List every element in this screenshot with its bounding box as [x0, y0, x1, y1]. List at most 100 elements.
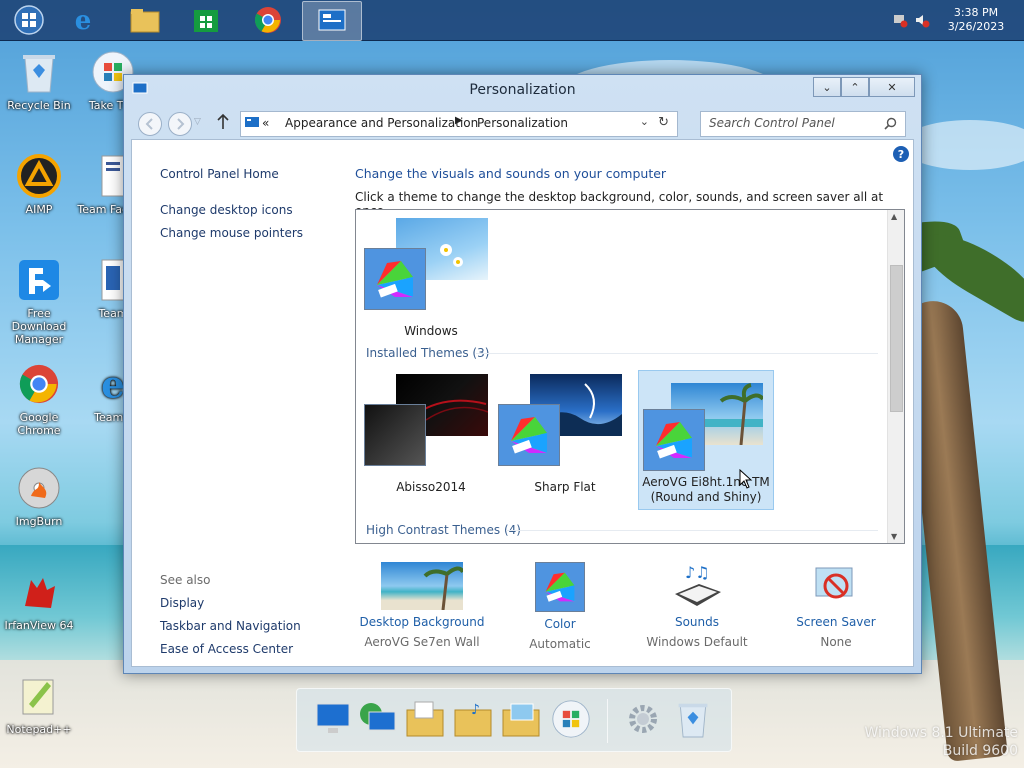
volume-muted-icon[interactable] [914, 12, 930, 28]
window-title: Personalization [469, 82, 576, 98]
group-divider [506, 530, 878, 531]
forward-arrow-icon [177, 118, 185, 130]
theme-item-aerovg[interactable]: AeroVG Ei8ht.1ne TM (Round and Shiny) [638, 370, 774, 510]
refresh-icon[interactable]: ↻ [658, 115, 669, 130]
address-bar[interactable]: « Appearance and Personalization ▶ Perso… [240, 111, 678, 137]
taskbar-clock[interactable]: 3:38 PM 3/26/2023 [936, 6, 1016, 34]
theme-color-swatch [364, 404, 426, 466]
watermark-build: Build 9600 [942, 743, 1018, 759]
control-panel-home-link[interactable]: Control Panel Home [160, 167, 279, 181]
page-title: Change the visuals and sounds on your co… [355, 166, 667, 181]
start-button[interactable] [0, 1, 58, 39]
change-desktop-icons-link[interactable]: Change desktop icons [160, 203, 293, 217]
taskbar-explorer-button[interactable] [116, 1, 174, 39]
theme-item-windows[interactable]: Windows [364, 218, 498, 356]
installed-themes-label: Installed Themes (3) [366, 346, 490, 360]
window-titlebar[interactable]: Personalization ⌄ ⌃ ✕ [124, 75, 921, 105]
address-overflow[interactable]: « [262, 116, 269, 130]
desktop-dock: ♪ [296, 688, 732, 752]
theme-item-sharp-flat[interactable]: Sharp Flat [498, 374, 632, 512]
desktop-icon-label: Google Chrome [17, 411, 61, 437]
computer-icon [316, 703, 350, 733]
scrollbar-thumb[interactable] [890, 265, 903, 412]
address-segment-appearance[interactable]: Appearance and Personalization [285, 116, 478, 130]
up-button[interactable] [216, 113, 230, 134]
recycle-bin-icon [678, 703, 708, 738]
forward-button[interactable] [168, 112, 192, 136]
recent-locations-icon[interactable]: ▽ [194, 117, 201, 127]
help-icon[interactable]: ? [892, 145, 910, 163]
color-value: Automatic [529, 637, 591, 651]
taskbar-store-button[interactable] [177, 1, 235, 39]
maximize-button[interactable]: ⌃ [841, 77, 869, 97]
taskbar-ie-button[interactable]: e [54, 1, 112, 39]
back-arrow-icon [145, 118, 153, 130]
desktop-background-link[interactable]: Desktop Background [352, 615, 492, 629]
address-segment-personalization[interactable]: Personalization [477, 116, 568, 130]
desktop-icon-label: Recycle Bin [7, 99, 71, 112]
themes-list[interactable]: Windows Installed Themes (3) Abisso2014 [355, 209, 905, 544]
download-manager-icon [15, 256, 63, 304]
scroll-up-icon[interactable]: ▲ [891, 212, 897, 221]
search-input[interactable]: Search Control Panel [709, 116, 835, 130]
desktop-background-value: AeroVG Se7en Wall [364, 635, 480, 649]
svg-text:e: e [101, 364, 125, 404]
mouse-cursor-icon [739, 469, 753, 489]
group-divider [476, 353, 878, 354]
themes-scrollbar[interactable]: ▲ ▼ [887, 210, 904, 543]
scroll-down-icon[interactable]: ▼ [891, 532, 897, 541]
notepad-plus-icon [15, 672, 63, 720]
gear-icon [629, 705, 657, 733]
taskbar-navigation-link[interactable]: Taskbar and Navigation [160, 619, 301, 633]
address-separator-arrow-icon[interactable]: ▶ [455, 115, 463, 126]
dock-item-recycle-bin[interactable] [673, 697, 713, 741]
ease-of-access-link[interactable]: Ease of Access Center [160, 642, 293, 656]
screen-saver-option[interactable]: Screen Saver None [766, 562, 906, 649]
navigation-bar: ▽ « Appearance and Personalization ▶ Per… [132, 107, 912, 137]
screen-saver-link[interactable]: Screen Saver [766, 615, 906, 629]
display-link[interactable]: Display [160, 596, 204, 610]
desktop-icon-free-download-manager[interactable]: Free Download Manager [0, 256, 78, 346]
taskbar-chrome-button[interactable] [239, 1, 297, 39]
dock-item-music[interactable]: ♪ [453, 697, 493, 741]
theme-item-abisso2014[interactable]: Abisso2014 [364, 374, 498, 512]
desktop-icon-recycle-bin[interactable]: Recycle Bin [0, 48, 78, 112]
desktop-icon-irfanview[interactable]: IrfanView 64 [0, 568, 78, 632]
address-dropdown-icon[interactable]: ⌄ [640, 115, 649, 128]
taskbar-control-panel-button[interactable] [302, 1, 362, 41]
desktop-icon-imgburn[interactable]: ImgBurn [0, 464, 78, 528]
minimize-button[interactable]: ⌄ [813, 77, 841, 97]
desktop-icon-google-chrome[interactable]: Google Chrome [0, 360, 78, 437]
dock-item-start[interactable] [551, 697, 591, 741]
desktop-icon-aimp[interactable]: AIMP [0, 152, 78, 216]
color-link[interactable]: Color [490, 617, 630, 631]
chrome-icon [15, 360, 63, 408]
dock-item-documents[interactable] [405, 697, 445, 741]
desktop-icon-label: IrfanView 64 [4, 619, 74, 632]
search-icon[interactable] [884, 117, 897, 130]
dock-item-network[interactable] [357, 697, 397, 741]
sounds-link[interactable]: Sounds [627, 615, 767, 629]
system-tray: 3:38 PM 3/26/2023 [892, 0, 1024, 40]
dock-item-computer[interactable] [313, 697, 353, 741]
change-mouse-pointers-link[interactable]: Change mouse pointers [160, 226, 303, 240]
screen-saver-icon [812, 562, 860, 610]
sounds-option[interactable]: ♪♫ Sounds Windows Default [627, 562, 767, 649]
dock-item-settings[interactable] [623, 697, 663, 741]
theme-color-swatch [364, 248, 426, 310]
network-error-icon[interactable] [892, 12, 908, 28]
close-button[interactable]: ✕ [869, 77, 915, 97]
search-box[interactable]: Search Control Panel [700, 111, 906, 137]
svg-text:♪: ♪ [471, 702, 480, 718]
color-option[interactable]: Color Automatic [490, 562, 630, 651]
theme-name: Abisso2014 [396, 480, 466, 494]
desktop-icon-notepad-plus[interactable]: Notepad++ [0, 672, 78, 736]
back-button[interactable] [138, 112, 162, 136]
dock-item-pictures[interactable] [501, 697, 541, 741]
documents-folder-icon [406, 701, 444, 737]
windows-orb-icon [552, 700, 590, 738]
svg-text:♪♫: ♪♫ [685, 563, 710, 582]
windows-watermark: Windows 8.1 Ultimate Build 9600 [865, 724, 1019, 760]
desktop-background-option[interactable]: Desktop Background AeroVG Se7en Wall [352, 562, 492, 649]
desktop-background-thumbnail [381, 562, 465, 611]
